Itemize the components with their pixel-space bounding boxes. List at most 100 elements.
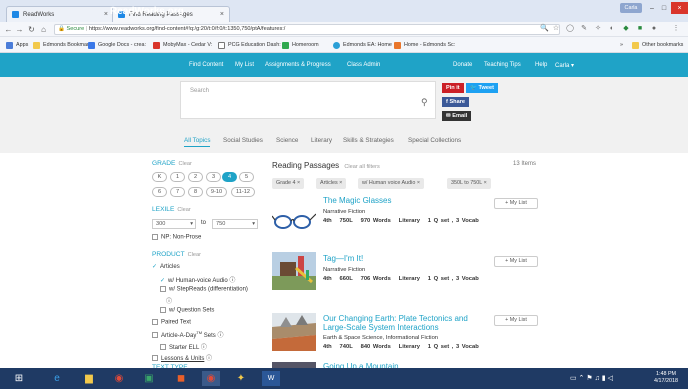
url-bar[interactable]: 🔒 Secure | https://www.readworks.org/fin… — [54, 24, 560, 35]
grade-pill[interactable]: 1 — [170, 172, 185, 182]
add-to-my-list-button[interactable]: + My List — [494, 198, 538, 209]
passage-title-link[interactable]: Tag—I'm It! — [323, 254, 363, 263]
grade-clear-link[interactable]: Clear — [178, 161, 191, 167]
close-tab-icon[interactable]: × — [220, 11, 224, 18]
extension-icon[interactable]: ◆ — [622, 25, 630, 33]
app-icon[interactable]: ▣ — [140, 371, 158, 386]
nav-user-menu[interactable]: Carla ▾ — [555, 62, 574, 69]
grade-pill[interactable]: 5 — [239, 172, 254, 182]
bookmark-star-icon[interactable]: ☆ — [552, 25, 560, 33]
bookmark-edmonds[interactable]: Edmonds Bookmarks — [33, 40, 94, 50]
extension-icon[interactable]: ✎ — [580, 25, 588, 33]
add-to-my-list-button[interactable]: + My List — [494, 256, 538, 267]
filter-chip[interactable]: 350L to 750L × — [447, 178, 491, 189]
tab-skills-strategies[interactable]: Skills & Strategies — [343, 137, 394, 144]
tab-all-topics[interactable]: All Topics — [184, 137, 211, 147]
system-tray-icons[interactable]: ▭ ⌃ ⚑ ♫ ▮ ◁ — [570, 374, 613, 382]
nav-help[interactable]: Help — [535, 62, 547, 68]
bookmark-edmonds-school[interactable]: Home - Edmonds Sc: — [394, 40, 455, 50]
add-to-my-list-button[interactable]: + My List — [494, 315, 538, 326]
info-icon[interactable]: ⓘ — [229, 278, 235, 284]
audio-checkbox[interactable]: ✓ w/ Human-voice Audio ⓘ — [160, 275, 235, 284]
info-icon[interactable]: ⓘ — [217, 333, 223, 339]
edge-icon[interactable]: e — [48, 371, 66, 386]
passage-thumbnail[interactable] — [271, 200, 317, 238]
bookmark-homeroom[interactable]: Homeroom — [282, 40, 319, 50]
zoom-icon[interactable]: 🔍 — [540, 25, 549, 33]
grade-pill[interactable]: 7 — [170, 187, 185, 197]
passage-title-link[interactable]: The Magic Glasses — [323, 196, 391, 205]
stepreads-checkbox[interactable]: w/ StepReads (differentiation) — [160, 286, 248, 293]
info-icon[interactable]: ⓘ — [201, 345, 207, 351]
tab-special-collections[interactable]: Special Collections — [408, 137, 461, 144]
bookmark-other[interactable]: Other bookmarks — [632, 40, 683, 50]
search-icon[interactable]: ⚲ — [421, 97, 428, 108]
word-icon[interactable]: W — [262, 371, 280, 386]
grade-pill[interactable]: 8 — [188, 187, 203, 197]
product-clear-link[interactable]: Clear — [188, 252, 201, 258]
bookmark-mobymax[interactable]: MobyMax - Cedar V: — [153, 40, 212, 50]
close-tab-icon[interactable]: × — [104, 11, 108, 18]
np-checkbox[interactable]: NP: Non-Prose — [152, 234, 201, 241]
article-a-day-checkbox[interactable]: Article-A-DayTM Sets ⓘ — [152, 330, 224, 339]
bookmark-more-icon[interactable]: » — [620, 40, 623, 50]
grade-pill[interactable]: 2 — [188, 172, 203, 182]
app-icon[interactable]: ◼ — [172, 371, 190, 386]
windows-start-icon[interactable]: ⊞ — [10, 371, 28, 386]
lexile-clear-link[interactable]: Clear — [177, 207, 190, 213]
back-icon[interactable]: ← — [3, 24, 14, 35]
grade-pill[interactable]: K — [152, 172, 167, 182]
search-input[interactable] — [180, 81, 436, 119]
minimize-icon[interactable]: – — [646, 2, 658, 14]
bookmark-edmonds-ea[interactable]: Edmonds EA: Home — [333, 40, 392, 50]
grade-pill[interactable]: 11-12 — [231, 187, 255, 197]
lessons-units-checkbox[interactable]: Lessons & Units ⓘ — [152, 353, 212, 362]
maximize-icon[interactable]: □ — [658, 2, 670, 14]
filter-chip[interactable]: Grade 4 × — [272, 178, 305, 189]
bookmark-apps[interactable]: Apps — [6, 40, 28, 50]
grade-pill-selected[interactable]: 4 — [222, 172, 237, 182]
paired-text-checkbox[interactable]: Paired Text — [152, 319, 191, 326]
filter-chip[interactable]: w/ Human voice Audio × — [358, 178, 424, 189]
extension-icon[interactable]: ● — [650, 25, 658, 33]
lexile-min-select[interactable]: 300 ▾ — [152, 219, 196, 229]
passage-thumbnail[interactable] — [272, 252, 316, 290]
starter-ell-checkbox[interactable]: Starter ELL ⓘ — [160, 342, 207, 351]
forward-icon[interactable]: → — [14, 24, 25, 35]
facebook-share-button[interactable]: f Share — [442, 97, 469, 107]
home-icon[interactable]: ⌂ — [38, 24, 49, 35]
filter-chip[interactable]: Articles × — [316, 178, 347, 189]
chrome-icon[interactable]: ◉ — [110, 371, 128, 386]
extension-icon[interactable]: ✧ — [594, 25, 602, 33]
grade-pill[interactable]: 9-10 — [206, 187, 227, 197]
profile-badge[interactable]: Carla — [620, 3, 642, 13]
browser-tab-readworks[interactable]: ReadWorks × — [6, 6, 114, 22]
extension-icon[interactable]: ■ — [636, 25, 644, 33]
nav-class-admin[interactable]: Class Admin — [347, 62, 380, 68]
pinterest-button[interactable]: Pin it — [442, 83, 464, 93]
passage-thumbnail[interactable] — [272, 313, 316, 351]
tweet-button[interactable]: 🐦 Tweet — [466, 83, 498, 93]
clock[interactable]: 1:48 PM 4/17/2018 — [654, 371, 678, 385]
extension-icon[interactable]: ◐ — [608, 25, 616, 33]
close-window-icon[interactable]: × — [671, 2, 688, 14]
nav-my-list[interactable]: My List — [235, 62, 254, 68]
file-explorer-icon[interactable]: ▆ — [80, 371, 98, 386]
info-icon[interactable]: ⓘ — [206, 356, 212, 362]
reload-icon[interactable]: ↻ — [26, 24, 37, 35]
menu-icon[interactable]: ⋮ — [672, 25, 680, 33]
lexile-max-select[interactable]: 750 ▾ — [212, 219, 258, 229]
passage-title-link[interactable]: Our Changing Earth: Plate Tectonics and — [323, 314, 468, 323]
clear-all-filters-link[interactable]: Clear all filters — [344, 164, 379, 170]
grade-pill[interactable]: 6 — [152, 187, 167, 197]
bookmark-google-docs[interactable]: Google Docs - crea: — [88, 40, 146, 50]
extension-icon[interactable]: ◯ — [566, 25, 574, 33]
chrome-active-icon[interactable]: ◉ — [202, 371, 220, 386]
tab-science[interactable]: Science — [276, 137, 298, 144]
question-sets-checkbox[interactable]: w/ Question Sets — [160, 307, 214, 314]
tab-literary[interactable]: Literary — [311, 137, 332, 144]
app-icon[interactable]: ✦ — [232, 371, 250, 386]
nav-donate[interactable]: Donate — [453, 62, 472, 68]
articles-checkbox[interactable]: ✓ Articles — [152, 263, 180, 270]
passage-title-link-line2[interactable]: Large-Scale System Interactions — [323, 323, 439, 332]
